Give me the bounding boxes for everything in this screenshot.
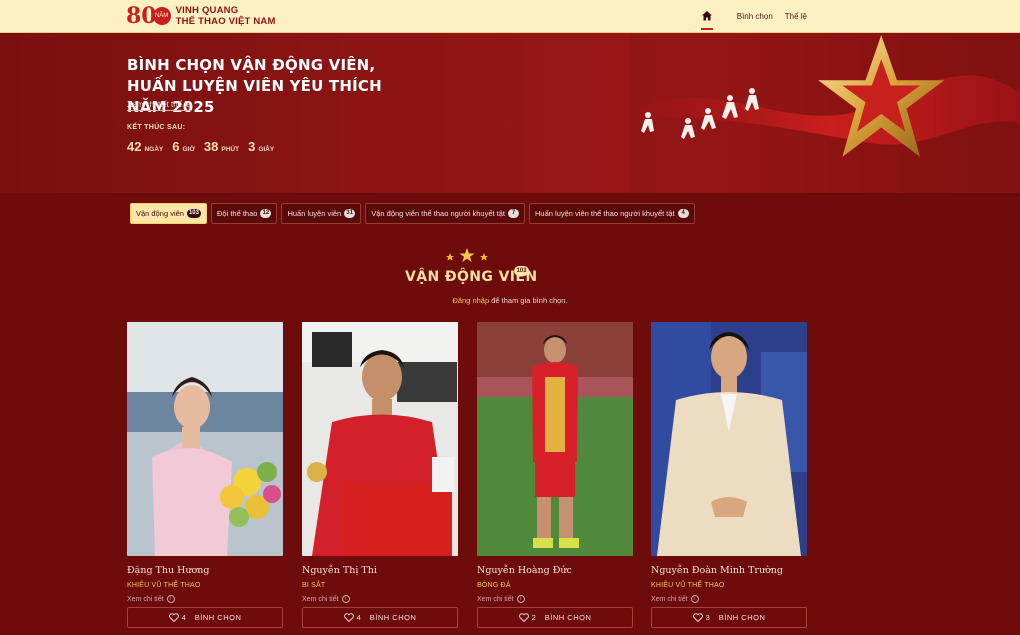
tab-athletes[interactable]: Vận động viên 103	[130, 203, 207, 224]
login-prompt-text: để tham gia bình chọn.	[489, 296, 568, 305]
countdown-hours-unit: GIỜ	[182, 146, 195, 153]
vote-label: BÌNH CHỌN	[369, 613, 417, 622]
info-icon: i	[516, 595, 525, 603]
tab-count-badge: 103	[186, 209, 201, 218]
countdown-minutes-unit: PHÚT	[221, 146, 240, 153]
athlete-sport: BI SẮT	[302, 582, 326, 589]
login-prompt: Đăng nhập để tham gia bình chọn.	[0, 296, 1020, 305]
detail-label: Xem chi tiết	[651, 595, 688, 603]
vote-label: BÌNH CHỌN	[718, 613, 766, 622]
rules-detail-link[interactable]: Xem chi tiết thể lệ	[127, 100, 191, 111]
countdown-days: 42	[127, 139, 142, 154]
heart-icon	[692, 613, 703, 622]
athlete-name[interactable]: Nguyễn Hoàng Đức	[477, 565, 633, 576]
countdown-hours: 6	[172, 139, 180, 154]
tab-para-athletes[interactable]: Vận động viên thể thao người khuyết tật …	[365, 203, 526, 224]
athlete-card: Nguyễn Thị Thi BI SẮT Xem chi tiết i 4 BÌ…	[302, 322, 458, 628]
site-logo[interactable]: 80 NĂM VINH QUANG THỂ THAO VIỆT NAM	[126, 4, 276, 28]
vote-count: 2	[531, 613, 536, 622]
athlete-sport: KHIÊU VŨ THỂ THAO	[127, 582, 201, 589]
heart-icon	[168, 613, 179, 622]
detail-label: Xem chi tiết	[302, 595, 339, 603]
countdown-days-unit: NGÀY	[144, 146, 164, 153]
tab-label: Vận động viên	[136, 209, 184, 218]
countdown-timer: 42 NGÀY 6 GIỜ 38 PHÚT 3 GIÂY	[127, 139, 283, 154]
nav-rules-link[interactable]: Thể lệ	[785, 12, 807, 21]
decorative-stars-icon	[446, 248, 488, 262]
heart-icon	[518, 613, 529, 622]
athlete-photo[interactable]	[127, 322, 283, 556]
athlete-photo[interactable]	[651, 322, 807, 556]
athlete-photo[interactable]	[477, 322, 633, 556]
info-icon: i	[166, 595, 175, 603]
tab-count-badge: 4	[677, 209, 689, 218]
athlete-card: Nguyễn Hoàng Đức BÓNG ĐÁ Xem chi tiết i 2…	[477, 322, 633, 628]
logo-line1: VINH QUANG	[175, 5, 239, 16]
vote-count: 4	[356, 613, 361, 622]
detail-label: Xem chi tiết	[477, 595, 514, 603]
vote-label: BÌNH CHỌN	[194, 613, 242, 622]
info-icon: i	[341, 595, 350, 603]
info-icon: i	[690, 595, 699, 603]
home-icon[interactable]	[700, 10, 715, 30]
hero-banner: BÌNH CHỌN VẬN ĐỘNG VIÊN, HUẤN LUYỆN VIÊN…	[0, 33, 1020, 193]
tab-label: Huấn luyện viên	[287, 209, 342, 218]
vote-button[interactable]: 2 BÌNH CHỌN	[477, 607, 633, 628]
logo-number: 80	[126, 3, 157, 29]
view-detail-link[interactable]: Xem chi tiết i	[651, 595, 807, 603]
section-count-badge: 103	[514, 266, 529, 276]
vote-count: 4	[181, 613, 186, 622]
athlete-name[interactable]: Nguyễn Thị Thi	[302, 565, 458, 576]
nav-vote-link[interactable]: Bình chọn	[737, 12, 773, 21]
countdown-minutes: 38	[203, 139, 219, 154]
top-header: 80 NĂM VINH QUANG THỂ THAO VIỆT NAM Bình…	[0, 0, 1020, 33]
detail-label: Xem chi tiết	[127, 595, 164, 603]
heart-icon	[343, 613, 354, 622]
athlete-sport: BÓNG ĐÁ	[477, 582, 511, 589]
athlete-card: Đặng Thu Hương KHIÊU VŨ THỂ THAO Xem chi…	[127, 322, 283, 628]
tab-count-badge: 12	[260, 209, 272, 218]
tab-coaches[interactable]: Huấn luyện viên 31	[281, 203, 362, 224]
view-detail-link[interactable]: Xem chi tiết i	[127, 595, 283, 603]
category-tabs: Vận động viên 103 Đội thể thao 12 Huấn l…	[130, 203, 699, 224]
login-link[interactable]: Đăng nhập	[452, 296, 489, 305]
vote-label: BÌNH CHỌN	[544, 613, 592, 622]
athlete-name[interactable]: Đặng Thu Hương	[127, 565, 283, 576]
vote-button[interactable]: 3 BÌNH CHỌN	[651, 607, 807, 628]
athlete-name[interactable]: Nguyễn Đoàn Minh Trường	[651, 565, 807, 576]
active-nav-indicator	[700, 27, 713, 30]
tab-label: Đội thể thao	[216, 209, 258, 218]
tab-para-coaches[interactable]: Huấn luyện viên thể thao người khuyết tậ…	[529, 203, 695, 224]
tab-teams[interactable]: Đội thể thao 12	[210, 203, 278, 224]
athlete-photo[interactable]	[302, 322, 458, 556]
countdown-seconds-unit: GIÂY	[258, 146, 275, 153]
countdown-seconds: 3	[248, 139, 256, 154]
tab-label: Huấn luyện viên thể thao người khuyết tậ…	[535, 209, 675, 218]
countdown-label: KẾT THÚC SAU:	[127, 124, 186, 131]
vote-button[interactable]: 4 BÌNH CHỌN	[302, 607, 458, 628]
athlete-card: Nguyễn Đoàn Minh Trường KHIÊU VŨ THỂ THA…	[651, 322, 807, 628]
logo-line2: THỂ THAO VIỆT NAM	[175, 16, 276, 27]
tab-count-badge: 7	[508, 209, 520, 218]
vote-button[interactable]: 4 BÌNH CHỌN	[127, 607, 283, 628]
athlete-sport: KHIÊU VŨ THỂ THAO	[651, 582, 725, 589]
main-nav: Bình chọn Thể lệ	[700, 0, 807, 33]
star-athletes-illustration	[630, 33, 1020, 193]
view-detail-link[interactable]: Xem chi tiết i	[302, 595, 458, 603]
tab-count-badge: 31	[344, 209, 356, 218]
logo-text: VINH QUANG THỂ THAO VIỆT NAM	[176, 5, 276, 27]
tab-label: Vận động viên thể thao người khuyết tật	[371, 209, 506, 218]
view-detail-link[interactable]: Xem chi tiết i	[477, 595, 633, 603]
vote-count: 3	[705, 613, 710, 622]
